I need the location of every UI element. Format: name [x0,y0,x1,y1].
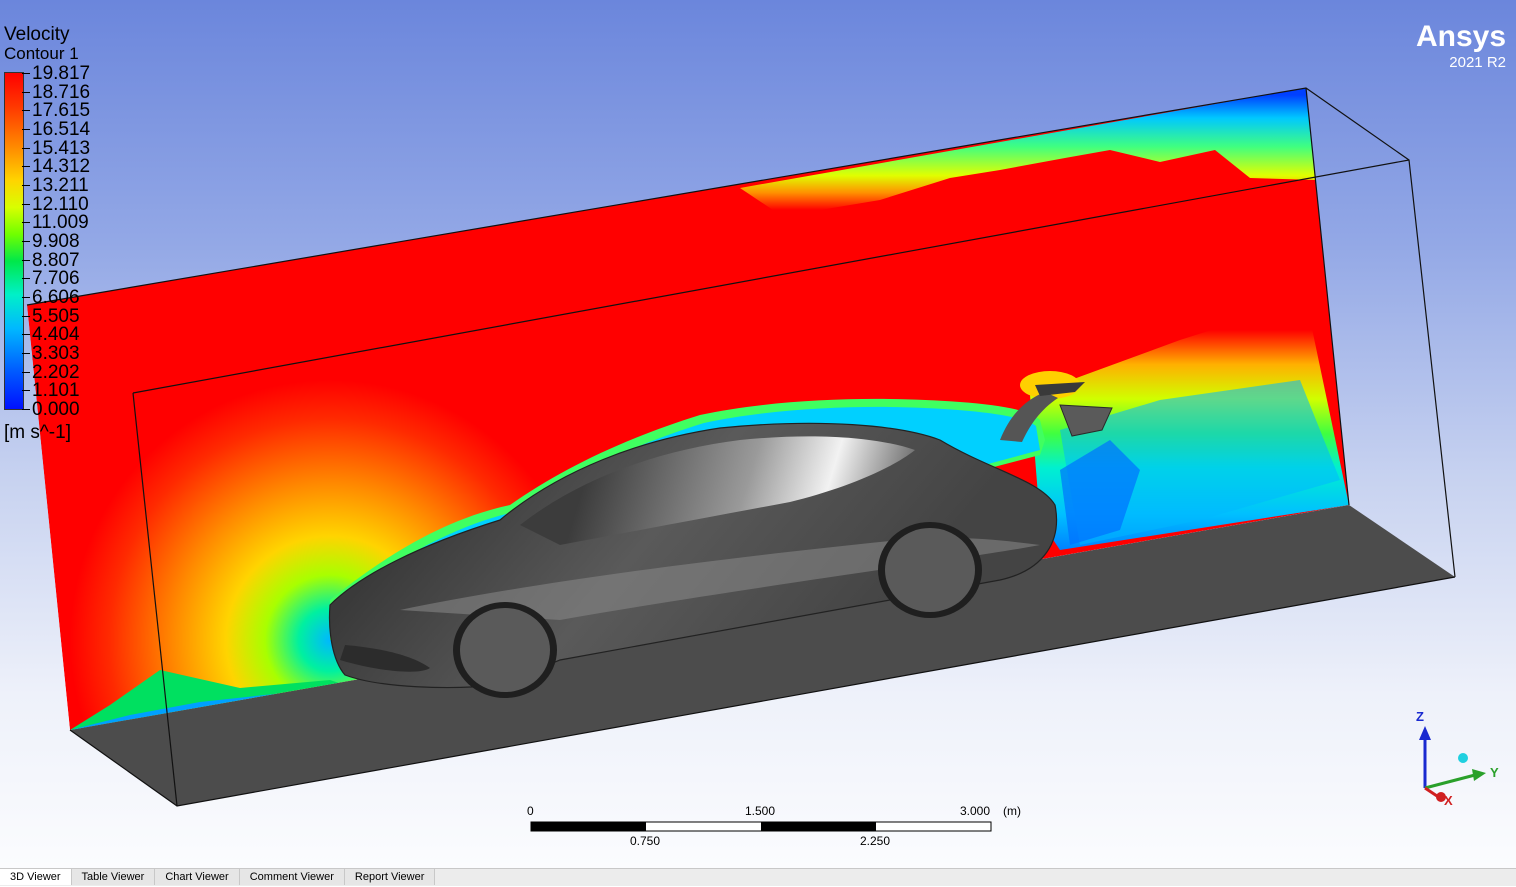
legend-tick-label: 4.404 [22,324,80,346]
scale-label-2250: 2.250 [860,834,891,848]
legend-tick-label: 2.202 [22,361,80,383]
legend-tick-label: 19.817 [21,63,91,84]
legend-title: Velocity [4,24,70,45]
3d-viewport[interactable]: Velocity Contour 1 19.817 18.716 17.615 16.… [0,0,1516,868]
rear-wheel [878,522,982,618]
legend-tick-label: 3.303 [22,343,80,364]
scale-label-1500: 1.500 [745,804,776,818]
legend-tick-label: 17.615 [21,100,91,122]
legend-tick-label: 1.101 [22,380,80,402]
viewer-tab-bar: 3D Viewer Table Viewer Chart Viewer Comment… [0,868,1516,886]
axis-triad [1419,726,1486,802]
brand-version: 2021 R2 [1449,54,1506,71]
legend-tick-label: 11.009 [22,212,89,234]
legend-tick-label: 14.312 [21,156,91,178]
legend-tick-label: 15.413 [21,137,91,159]
axis-label-z: Z [1416,709,1424,724]
scale-label-0: 0 [527,804,534,818]
legend-tick-label: 9.908 [22,231,80,252]
tab-chart-viewer[interactable]: Chart Viewer [155,869,240,885]
ansys-logo: Ansys 2021 R2 [1416,20,1506,72]
axis-label-y: Y [1490,765,1499,780]
axis-label-x: X [1444,793,1453,808]
legend-tick-label: 18.716 [21,81,91,103]
front-wheel [453,602,557,698]
cfd-scene [26,87,1486,832]
scale-unit: (m) [1003,804,1021,818]
tab-table-viewer[interactable]: Table Viewer [71,869,156,885]
legend-subtitle: Contour 1 [4,44,79,63]
scale-label-0750: 0.750 [630,834,661,848]
legend-tick-label: 12.110 [22,193,89,215]
legend-unit: [m s^-1] [4,422,71,443]
tab-comment-viewer[interactable]: Comment Viewer [239,869,345,885]
tab-report-viewer[interactable]: Report Viewer [344,869,436,885]
legend-tick-label: 5.505 [22,305,80,327]
legend-tick-label: 7.706 [22,268,80,290]
tab-3d-viewer[interactable]: 3D Viewer [0,869,72,885]
legend-color-bar [4,72,24,410]
length-scale-bar [530,821,992,832]
scale-label-3000: 3.000 [960,804,991,818]
legend-tick-label: 13.211 [22,175,89,196]
legend-tick-label: 0.000 [22,399,80,420]
brand-name: Ansys [1415,20,1506,53]
legend-tick-label: 8.807 [22,249,80,271]
legend-tick-label: 6.606 [22,287,80,308]
legend-tick-label: 16.514 [21,119,91,140]
